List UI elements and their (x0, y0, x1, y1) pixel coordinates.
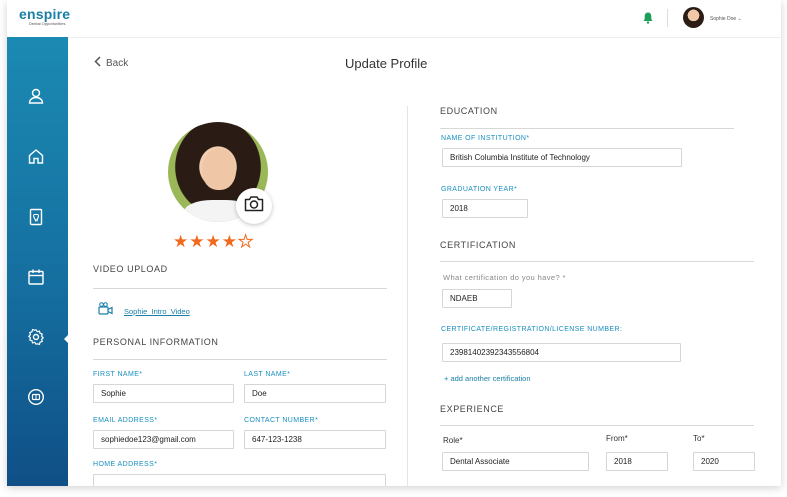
role-label: Role* (443, 436, 463, 445)
bell-icon[interactable] (643, 11, 653, 24)
change-photo-button[interactable] (236, 188, 272, 224)
camera-icon (244, 195, 264, 217)
add-certification-link[interactable]: + add another certification (444, 374, 531, 383)
email-label: EMAIL ADDRESS* (93, 417, 158, 424)
sidebar (7, 37, 70, 486)
top-bar: enspire Dental Opportunities Sophie Doe … (7, 0, 781, 38)
to-field[interactable]: 2020 (693, 452, 755, 471)
star-rating: ★ ★ ★ ★ ★ (173, 232, 254, 251)
home-address-label: HOME ADDRESS* (93, 461, 158, 468)
video-file-icon (98, 302, 113, 320)
active-indicator (64, 333, 70, 345)
topbar-divider (667, 9, 668, 27)
institution-field[interactable]: British Columbia Institute of Technology (442, 148, 682, 167)
personal-info-title: PERSONAL INFORMATION (93, 337, 219, 347)
contact-label: CONTACT NUMBER* (244, 417, 319, 424)
education-title: EDUCATION (440, 106, 498, 116)
back-button[interactable]: Back (94, 56, 128, 70)
section-divider (440, 261, 754, 262)
star-icon: ★ (205, 232, 221, 251)
first-name-label: FIRST NAME* (93, 371, 143, 378)
last-name-label: LAST NAME* (244, 371, 291, 378)
user-menu[interactable]: Sophie Doe ⌄ (710, 16, 742, 22)
logo-subtitle: Dental Opportunities (29, 21, 66, 26)
chevron-left-icon (94, 56, 101, 70)
certification-question: What certification do you have? * (443, 273, 566, 282)
certificate-number-label: CERTIFICATE/REGISTRATION/LICENSE NUMBER: (441, 326, 623, 333)
back-label: Back (106, 57, 129, 69)
video-link[interactable]: Sophie_Intro_Video (124, 307, 190, 316)
experience-title: EXPERIENCE (440, 404, 505, 414)
star-icon: ★ (173, 232, 189, 251)
contact-field[interactable]: 647-123-1238 (244, 430, 386, 449)
last-name-field[interactable]: Doe (244, 384, 386, 403)
institution-label: NAME OF INSTITUTION* (441, 135, 530, 142)
video-upload-title: VIDEO UPLOAD (93, 264, 168, 274)
home-address-field[interactable] (93, 474, 386, 486)
avatar[interactable] (683, 7, 704, 28)
certificate-number-field[interactable]: 23981402392343556804 (442, 343, 681, 362)
section-divider (93, 288, 387, 289)
star-empty-icon: ★ (237, 232, 254, 251)
graduation-year-field[interactable]: 2018 (442, 199, 528, 218)
column-divider (407, 106, 408, 486)
role-field[interactable]: Dental Associate (442, 452, 589, 471)
star-icon: ★ (189, 232, 205, 251)
email-field[interactable]: sophiedoe123@gmail.com (93, 430, 234, 449)
star-icon: ★ (221, 232, 237, 251)
chevron-down-icon: ⌄ (737, 16, 742, 22)
tooth-document-icon[interactable] (27, 208, 45, 226)
section-divider (440, 425, 754, 426)
app-window: enspire Dental Opportunities Sophie Doe … (7, 0, 781, 486)
certification-title: CERTIFICATION (440, 240, 516, 250)
from-field[interactable]: 2018 (606, 452, 668, 471)
support-icon[interactable] (27, 388, 45, 406)
page-title: Update Profile (345, 56, 428, 71)
first-name-field[interactable]: Sophie (93, 384, 234, 403)
logo[interactable]: enspire Dental Opportunities (19, 7, 70, 26)
home-icon[interactable] (27, 147, 45, 165)
certification-select[interactable]: NDAEB (442, 289, 512, 308)
user-icon[interactable] (27, 87, 45, 105)
calendar-icon[interactable] (27, 268, 45, 286)
from-label: From* (606, 434, 628, 443)
user-name: Sophie Doe (710, 16, 737, 22)
section-divider (440, 128, 734, 129)
graduation-year-label: GRADUATION YEAR* (441, 186, 518, 193)
video-file: Sophie_Intro_Video (98, 302, 190, 320)
gear-icon[interactable] (27, 328, 45, 346)
to-label: To* (693, 434, 705, 443)
logo-text: enspire (19, 6, 71, 22)
section-divider (93, 359, 387, 360)
